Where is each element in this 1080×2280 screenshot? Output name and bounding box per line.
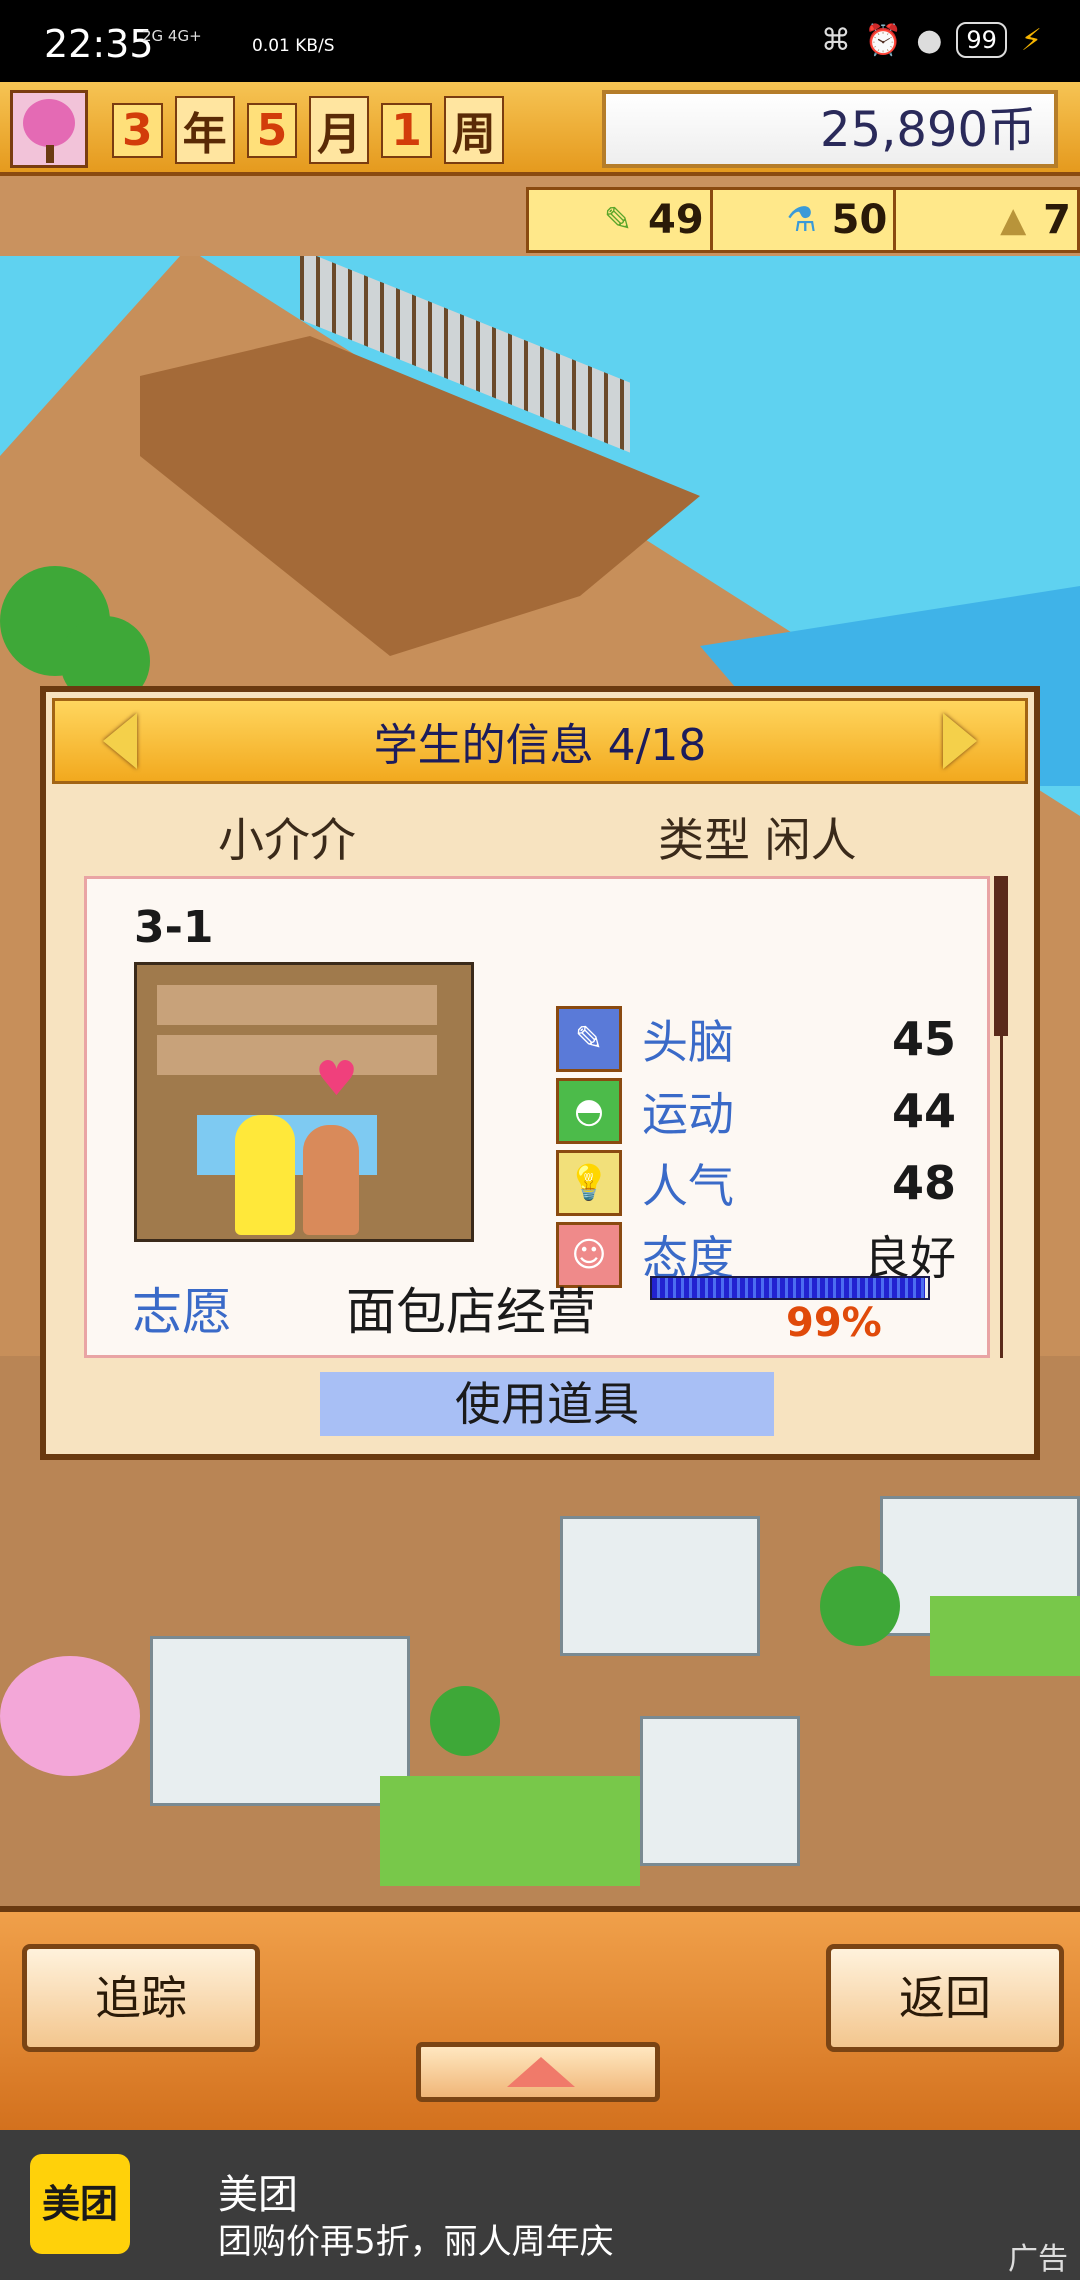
student-name: 小介介 bbox=[218, 813, 356, 867]
status-time: 22:35 bbox=[44, 22, 154, 66]
tree bbox=[430, 1686, 500, 1756]
stat-label: 头脑 bbox=[642, 1015, 734, 1069]
flask-icon: ⚗ bbox=[786, 200, 817, 240]
expand-menu-button[interactable] bbox=[416, 2042, 660, 2102]
month-number: 5 bbox=[246, 102, 298, 158]
up-arrow-icon bbox=[507, 2057, 575, 2087]
student-sprite bbox=[235, 1115, 295, 1235]
dialog-header: 学生的信息 4/18 bbox=[52, 698, 1028, 784]
cherry-tree bbox=[0, 1656, 140, 1776]
tennis-court bbox=[930, 1596, 1080, 1676]
pencil-icon: ✎ bbox=[603, 200, 633, 240]
status-icons: ⌘ ⏰ ● 99 ⚡ bbox=[821, 22, 1042, 58]
ad-banner[interactable]: 美团 美团 团购价再5折，丽人周年庆 广告 bbox=[0, 2130, 1080, 2280]
stat-label: 人气 bbox=[642, 1159, 734, 1213]
wish-progress-bar bbox=[650, 1276, 930, 1300]
class-label: 3-1 bbox=[134, 902, 214, 953]
heart-icon: ♥ bbox=[315, 1051, 359, 1107]
research-value: 49 bbox=[648, 197, 704, 243]
stat-label: 运动 bbox=[642, 1087, 734, 1141]
resource-pyramid: ▲ 7 bbox=[893, 190, 1077, 250]
tree bbox=[820, 1566, 900, 1646]
alarm-icon: ⏰ bbox=[864, 22, 903, 58]
grass-patch bbox=[380, 1776, 640, 1886]
month-unit: 月 bbox=[309, 96, 370, 164]
wish-label: 志愿 bbox=[132, 1283, 232, 1341]
brain-icon: ✎ bbox=[556, 1006, 622, 1072]
pyramid-icon: ▲ bbox=[1000, 200, 1027, 240]
game-date: 3 年 5 月 1 周 bbox=[112, 96, 504, 164]
student-portrait: ♥ bbox=[134, 962, 474, 1242]
use-item-button[interactable]: 使用道具 bbox=[320, 1372, 774, 1436]
previous-student-arrow-icon[interactable] bbox=[103, 713, 137, 769]
bottom-control-panel: 追踪 返回 bbox=[0, 1906, 1080, 2130]
shop-building[interactable] bbox=[560, 1516, 760, 1656]
resource-research: ✎ 49 bbox=[529, 190, 710, 250]
ad-tag: 广告 bbox=[1008, 2242, 1068, 2277]
network-speed: 0.01 KB/S bbox=[252, 36, 335, 56]
scrollbar-thumb[interactable] bbox=[994, 876, 1008, 1036]
track-button[interactable]: 追踪 bbox=[22, 1944, 260, 2052]
ad-description[interactable]: 团购价再5折，丽人周年庆 bbox=[218, 2214, 614, 2263]
ad-title[interactable]: 美团 bbox=[218, 2162, 298, 2220]
scrollbar-track bbox=[1000, 1036, 1003, 1358]
week-unit: 周 bbox=[443, 96, 504, 164]
dialog-title: 学生的信息 4/18 bbox=[373, 720, 707, 771]
wish-value: 面包店经营 bbox=[346, 1283, 596, 1341]
next-student-arrow-icon[interactable] bbox=[943, 713, 977, 769]
wish-progress-fill bbox=[652, 1278, 926, 1298]
stat-value: 44 bbox=[891, 1084, 956, 1138]
lock-icon: ● bbox=[916, 22, 943, 58]
shoe-icon: ◓ bbox=[556, 1078, 622, 1144]
stat-sport: ◓ 运动 44 bbox=[556, 1078, 966, 1144]
game-top-bar: 3 年 5 月 1 周 25,890币 bbox=[0, 82, 1080, 176]
network-indicator: 2G 4G+ bbox=[142, 27, 202, 45]
stat-brain: ✎ 头脑 45 bbox=[556, 1006, 966, 1072]
wish-percent: 99% bbox=[786, 1300, 882, 1346]
status-bar: 22:35 2G 4G+ 0.01 KB/S ⌘ ⏰ ● 99 ⚡ bbox=[0, 0, 1080, 82]
stat-value: 48 bbox=[891, 1156, 956, 1210]
science-value: 50 bbox=[831, 197, 888, 243]
classroom-building[interactable] bbox=[150, 1636, 410, 1806]
scrollbar[interactable] bbox=[994, 876, 1008, 1358]
money-display: 25,890币 bbox=[602, 90, 1058, 168]
ad-logo[interactable]: 美团 bbox=[30, 2154, 130, 2254]
year-number: 3 bbox=[112, 102, 163, 158]
year-unit: 年 bbox=[174, 96, 235, 164]
pyramid-value: 7 bbox=[1043, 197, 1072, 243]
student-type: 类型 闲人 bbox=[658, 813, 857, 867]
nfc-icon: ⌘ bbox=[820, 22, 851, 58]
charging-icon: ⚡ bbox=[1020, 22, 1042, 58]
resource-science: ⚗ 50 bbox=[709, 190, 894, 250]
resource-bar: ✎ 49 ⚗ 50 ▲ 7 bbox=[526, 187, 1080, 253]
student-info-dialog: 学生的信息 4/18 小介介 类型 闲人 3-1 ♥ ✎ 头脑 45 ◓ 运动 … bbox=[40, 686, 1040, 1460]
season-tree-icon bbox=[10, 90, 88, 168]
stat-value: 45 bbox=[891, 1012, 956, 1066]
stat-popularity: 💡 人气 48 bbox=[556, 1150, 966, 1216]
bulb-icon: 💡 bbox=[556, 1150, 622, 1216]
partner-sprite bbox=[303, 1125, 359, 1235]
week-number: 1 bbox=[381, 102, 432, 158]
bakery-building[interactable] bbox=[640, 1716, 800, 1866]
battery-level: 99 bbox=[956, 22, 1007, 58]
back-button[interactable]: 返回 bbox=[826, 1944, 1064, 2052]
